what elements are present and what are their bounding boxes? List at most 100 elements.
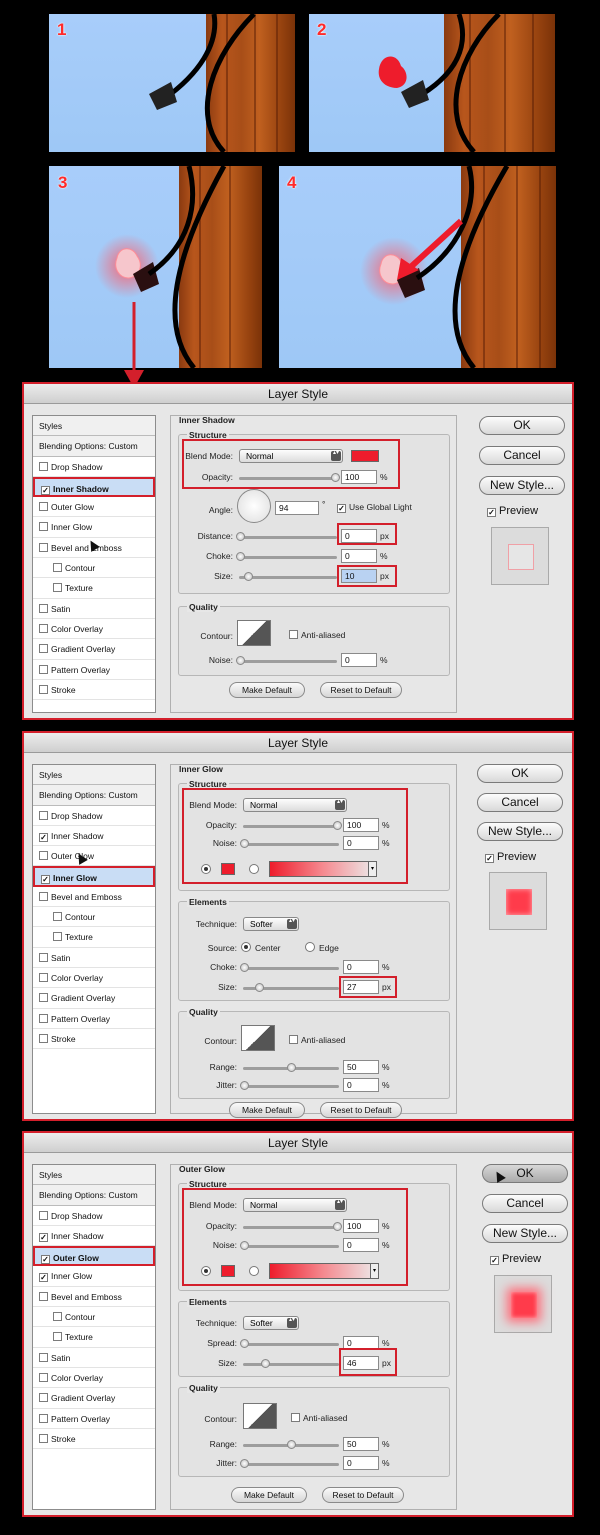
style-outer-glow[interactable]: ✓ Outer Glow [33,1246,155,1267]
choke-input[interactable]: 0 [343,960,379,974]
choke-slider[interactable] [236,552,337,561]
blending-options[interactable]: Blending Options: Custom [33,1185,155,1206]
new-style-button[interactable]: New Style... [482,1224,568,1243]
size-slider[interactable] [243,1359,339,1368]
checkbox[interactable]: ✓ [41,485,50,495]
checkbox[interactable] [53,583,62,593]
choke-slider[interactable] [240,963,339,972]
cancel-button[interactable]: Cancel [482,1194,568,1213]
style-inner-shadow[interactable]: ✓ Inner Shadow [33,1226,155,1247]
style-bevel-emboss[interactable]: Bevel and Emboss [33,887,155,908]
checkbox[interactable] [39,1291,48,1301]
slider-knob[interactable] [287,1440,296,1449]
checkbox[interactable] [39,542,48,552]
checkbox[interactable] [289,630,298,639]
style-satin[interactable]: Satin [33,1348,155,1368]
style-texture[interactable]: Texture [33,578,155,599]
ok-button[interactable]: OK [477,764,563,783]
style-satin[interactable]: Satin [33,948,155,968]
ok-button[interactable]: OK [479,416,565,435]
style-gradient-overlay[interactable]: Gradient Overlay [33,1388,155,1409]
checkbox[interactable] [39,1413,48,1423]
checkbox[interactable] [39,891,48,901]
style-stroke[interactable]: Stroke [33,1029,155,1050]
jitter-slider[interactable] [240,1081,339,1090]
slider-knob[interactable] [236,656,245,665]
style-bevel-emboss[interactable]: Bevel and Emboss [33,1287,155,1308]
technique-select[interactable]: Softer ▴▾ [243,1316,299,1330]
checkbox[interactable] [39,1013,48,1023]
slider-knob[interactable] [287,1063,296,1072]
make-default-button[interactable]: Make Default [231,1487,307,1503]
make-default-button[interactable]: Make Default [229,682,305,698]
checkbox[interactable] [39,1393,48,1403]
checkbox[interactable] [39,1372,48,1382]
checkbox[interactable]: ✓ [490,1256,499,1265]
checkbox[interactable] [291,1413,300,1422]
checkbox[interactable] [53,563,62,573]
style-contour[interactable]: Contour [33,1307,155,1328]
style-pattern-overlay[interactable]: Pattern Overlay [33,660,155,680]
global-light-checkbox[interactable]: ✓ Use Global Light [337,502,412,513]
new-style-button[interactable]: New Style... [477,822,563,841]
checkbox[interactable]: ✓ [41,875,50,885]
make-default-button[interactable]: Make Default [229,1102,305,1118]
style-drop-shadow[interactable]: Drop Shadow [33,1206,155,1226]
checkbox[interactable]: ✓ [485,854,494,863]
style-pattern-overlay[interactable]: Pattern Overlay [33,1409,155,1429]
style-contour[interactable]: Contour [33,558,155,579]
style-inner-shadow[interactable]: ✓ Inner Shadow [33,826,155,847]
style-color-overlay[interactable]: Color Overlay [33,619,155,640]
style-stroke[interactable]: Stroke [33,680,155,701]
style-contour[interactable]: Contour [33,907,155,928]
styles-header[interactable]: Styles [33,1165,155,1186]
size-slider[interactable] [239,572,337,581]
checkbox[interactable]: ✓ [337,504,346,513]
reset-default-button[interactable]: Reset to Default [322,1487,404,1503]
slider-knob[interactable] [236,552,245,561]
distance-slider[interactable] [236,532,337,541]
new-style-button[interactable]: New Style... [479,476,565,495]
style-gradient-overlay[interactable]: Gradient Overlay [33,988,155,1009]
checkbox[interactable] [39,603,48,613]
checkbox[interactable] [39,623,48,633]
size-slider[interactable] [243,983,339,992]
style-outer-glow[interactable]: Outer Glow [33,497,155,518]
style-color-overlay[interactable]: Color Overlay [33,1368,155,1389]
checkbox[interactable]: ✓ [39,1232,48,1242]
anti-aliased-checkbox[interactable]: Anti-aliased [289,1035,345,1045]
reset-default-button[interactable]: Reset to Default [320,1102,402,1118]
checkbox[interactable] [39,461,48,471]
preview-checkbox[interactable]: ✓ Preview [487,505,538,517]
checkbox[interactable] [39,644,48,654]
noise-input[interactable]: 0 [341,653,377,667]
checkbox[interactable] [39,993,48,1003]
reset-default-button[interactable]: Reset to Default [320,682,402,698]
blending-options[interactable]: Blending Options: Custom [33,436,155,457]
technique-select[interactable]: Softer ▴▾ [243,917,299,931]
checkbox[interactable] [39,1210,48,1220]
blending-options[interactable]: Blending Options: Custom [33,785,155,806]
checkbox[interactable] [289,1035,298,1044]
cancel-button[interactable]: Cancel [479,446,565,465]
choke-input[interactable]: 0 [341,549,377,563]
source-edge-radio[interactable] [305,942,315,952]
contour-picker[interactable] [237,620,271,646]
checkbox[interactable] [53,932,62,942]
slider-knob[interactable] [261,1359,270,1368]
checkbox[interactable] [39,1033,48,1043]
style-stroke[interactable]: Stroke [33,1429,155,1450]
slider-knob[interactable] [236,532,245,541]
checkbox[interactable] [39,851,48,861]
style-inner-glow[interactable]: ✓ Inner Glow [33,866,155,887]
checkbox[interactable] [39,522,48,532]
style-gradient-overlay[interactable]: Gradient Overlay [33,639,155,660]
slider-knob[interactable] [240,1339,249,1348]
style-satin[interactable]: Satin [33,599,155,619]
spread-slider[interactable] [240,1339,339,1348]
range-input[interactable]: 50 [343,1060,379,1074]
contour-picker[interactable] [241,1025,275,1051]
anti-aliased-checkbox[interactable]: Anti-aliased [289,630,345,640]
checkbox[interactable]: ✓ [39,832,48,842]
range-input[interactable]: 50 [343,1437,379,1451]
